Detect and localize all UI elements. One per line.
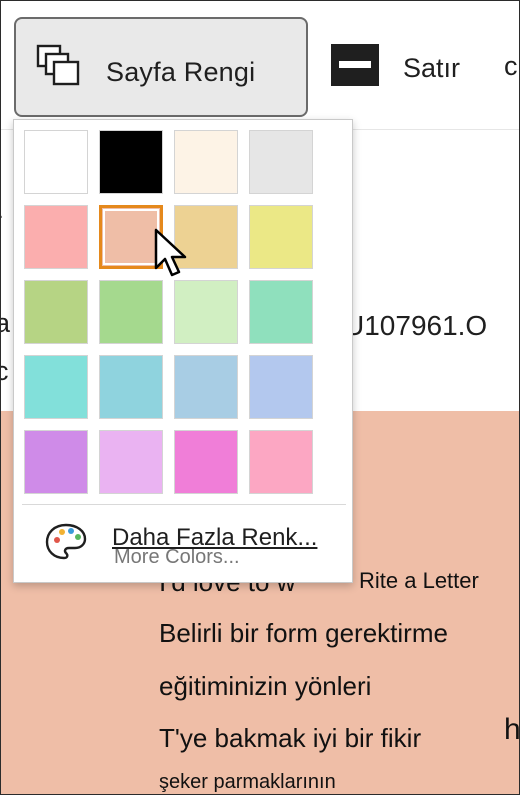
color-swatch-rose[interactable]	[249, 430, 313, 494]
document-line: şeker parmaklarının	[159, 771, 336, 793]
page-color-icon	[36, 44, 80, 86]
more-colors-label: Daha Fazla Renk...	[112, 524, 318, 551]
color-swatch-black[interactable]	[99, 130, 163, 194]
color-swatch-pink[interactable]	[24, 205, 88, 269]
document-text-fragment: a	[1, 308, 10, 339]
color-swatch-green[interactable]	[99, 280, 163, 344]
document-line: Rite a Letter	[359, 568, 479, 593]
dropdown-separator	[22, 504, 346, 505]
color-swatch-magenta[interactable]	[174, 430, 238, 494]
color-swatch-light-green[interactable]	[174, 280, 238, 344]
line-icon	[331, 44, 379, 86]
color-swatch-turquoise[interactable]	[24, 355, 88, 419]
ribbon: Sayfa Rengi Satır c	[1, 1, 519, 131]
page-color-label: Sayfa Rengi	[106, 57, 256, 87]
line-label: Satır	[403, 53, 461, 83]
color-swatch-light-gray[interactable]	[249, 130, 313, 194]
page-color-dropdown: More Colors... Daha Fazla Renk...	[13, 119, 353, 583]
color-swatch-periwinkle[interactable]	[249, 355, 313, 419]
color-swatch-cream[interactable]	[174, 130, 238, 194]
color-swatch-peach[interactable]	[99, 205, 163, 269]
app-window: Sayfa Rengi Satır c r a c U107961.O I'd …	[0, 0, 520, 795]
color-swatch-olive-green[interactable]	[24, 280, 88, 344]
more-colors-button[interactable]: More Colors... Daha Fazla Renk...	[44, 518, 344, 568]
document-text-fragment: c	[1, 356, 9, 387]
palette-icon	[45, 523, 87, 560]
color-swatch-lavender[interactable]	[99, 430, 163, 494]
color-swatch-tan[interactable]	[174, 205, 238, 269]
color-swatch-yellow[interactable]	[249, 205, 313, 269]
color-swatch-white[interactable]	[24, 130, 88, 194]
color-swatch-mint[interactable]	[249, 280, 313, 344]
page-color-button[interactable]: Sayfa Rengi	[14, 17, 308, 117]
document-text-fragment: r	[1, 206, 2, 237]
document-id-fragment: U107961.O	[344, 310, 488, 341]
clipped-ribbon-label[interactable]: c	[504, 51, 518, 82]
document-text-fragment: h	[504, 713, 520, 746]
color-swatch-teal[interactable]	[99, 355, 163, 419]
document-line: eğitiminizin yönleri	[159, 671, 372, 701]
color-swatch-purple[interactable]	[24, 430, 88, 494]
color-swatch-sky-blue[interactable]	[174, 355, 238, 419]
document-line: Belirli bir form gerektirme	[159, 618, 448, 648]
document-line: T'ye bakmak iyi bir fikir	[159, 723, 422, 753]
